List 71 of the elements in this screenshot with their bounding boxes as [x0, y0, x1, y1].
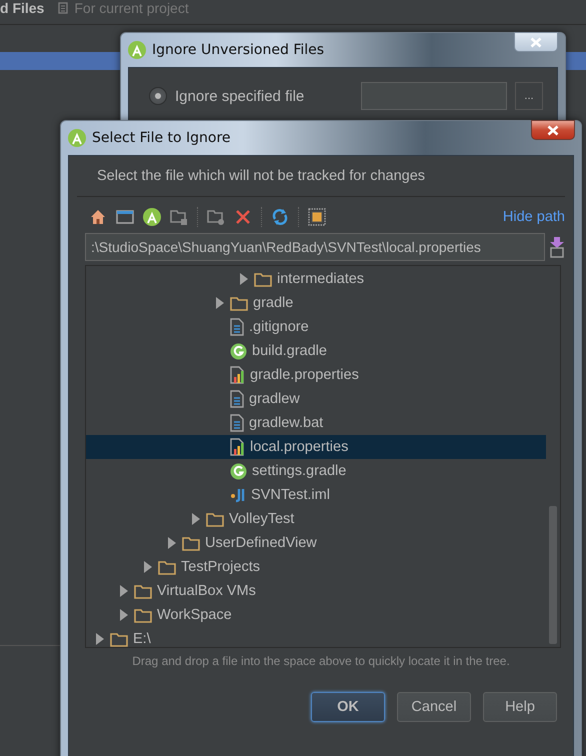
tree-item[interactable]: SVNTest.iml	[86, 483, 546, 507]
expand-arrow-icon[interactable]	[215, 297, 225, 309]
scope-label: For current project	[74, 0, 189, 16]
expand-arrow-icon[interactable]	[167, 537, 177, 549]
tree-item[interactable]: E:\	[86, 627, 546, 651]
expand-arrow-icon[interactable]	[143, 561, 153, 573]
window-title: Select File to Ignore	[92, 130, 231, 146]
folder-icon	[254, 272, 272, 286]
option-label: Ignore specified file	[175, 88, 306, 104]
folder-icon	[206, 512, 224, 526]
folder-icon	[158, 560, 176, 574]
expand-arrow-icon[interactable]	[191, 513, 201, 525]
text-file-icon	[230, 414, 244, 432]
scrollbar-thumb[interactable]	[549, 506, 557, 644]
folder-icon[interactable]	[207, 208, 225, 226]
dialog-description: Select the file which will not be tracked for changes	[77, 156, 565, 197]
properties-file-icon	[230, 438, 245, 456]
expand-arrow-icon[interactable]	[119, 609, 129, 621]
dialog-button[interactable]: Cancel	[397, 692, 471, 722]
delete-icon[interactable]	[234, 208, 252, 226]
tree-item[interactable]: TestProjects	[86, 555, 546, 579]
dialog-button[interactable]: Help	[483, 692, 557, 722]
android-icon	[143, 208, 161, 226]
close-button[interactable]	[531, 120, 575, 140]
window-icon[interactable]	[116, 208, 134, 226]
expand-arrow-icon[interactable]	[95, 633, 105, 645]
android-icon	[128, 41, 146, 59]
module-file-icon	[230, 487, 246, 503]
radio-button[interactable]	[149, 87, 167, 105]
tree-item[interactable]: local.properties	[86, 435, 546, 459]
drag-hint: Drag and drop a file into the space above to quickly locate it in the tree.	[131, 653, 511, 668]
document-icon	[58, 2, 68, 14]
tree-item[interactable]: gradlew	[86, 387, 546, 411]
gradle-file-icon	[230, 342, 247, 360]
folder-icon	[110, 632, 128, 646]
tree-item[interactable]: .gitignore	[86, 315, 546, 339]
refresh-icon[interactable]	[271, 208, 289, 226]
properties-file-icon	[230, 366, 245, 384]
download-icon[interactable]	[549, 236, 565, 258]
android-icon	[68, 129, 86, 147]
expand-arrow-icon[interactable]	[119, 585, 129, 597]
tree-item[interactable]: gradlew.bat	[86, 411, 546, 435]
tree-item[interactable]: UserDefinedView	[86, 531, 546, 555]
tree-item[interactable]: gradle.properties	[86, 363, 546, 387]
home-icon[interactable]	[89, 208, 107, 226]
text-file-icon	[230, 390, 244, 408]
folder-icon[interactable]	[170, 208, 188, 226]
tree-item[interactable]: gradle	[86, 291, 546, 315]
dialog-button[interactable]: OK	[311, 692, 385, 722]
text-file-icon	[230, 318, 244, 336]
tree-item[interactable]: build.gradle	[86, 339, 546, 363]
expand-arrow-icon[interactable]	[239, 273, 249, 285]
close-icon	[547, 124, 559, 136]
tree-item[interactable]: WorkSpace	[86, 603, 546, 627]
gradle-file-icon	[230, 462, 247, 480]
window-title: Ignore Unversioned Files	[152, 42, 324, 58]
folder-icon	[182, 536, 200, 550]
frame-icon[interactable]	[308, 208, 326, 226]
tree-item[interactable]: VirtualBox VMs	[86, 579, 546, 603]
tree-item[interactable]: intermediates	[86, 267, 546, 291]
file-field[interactable]	[361, 82, 507, 110]
browse-button[interactable]: ...	[515, 82, 543, 110]
close-icon	[530, 36, 542, 48]
hide-path-link[interactable]: Hide path	[502, 209, 565, 225]
path-field[interactable]: :\StudioSpace\ShuangYuan\RedBady\SVNTest\local.properties	[85, 233, 545, 261]
tree-item[interactable]: settings.gradle	[86, 459, 546, 483]
tree-item[interactable]: VolleyTest	[86, 507, 546, 531]
folder-icon	[230, 296, 248, 310]
folder-icon	[134, 584, 152, 598]
panel-title: d Files	[0, 0, 44, 16]
folder-icon	[134, 608, 152, 622]
